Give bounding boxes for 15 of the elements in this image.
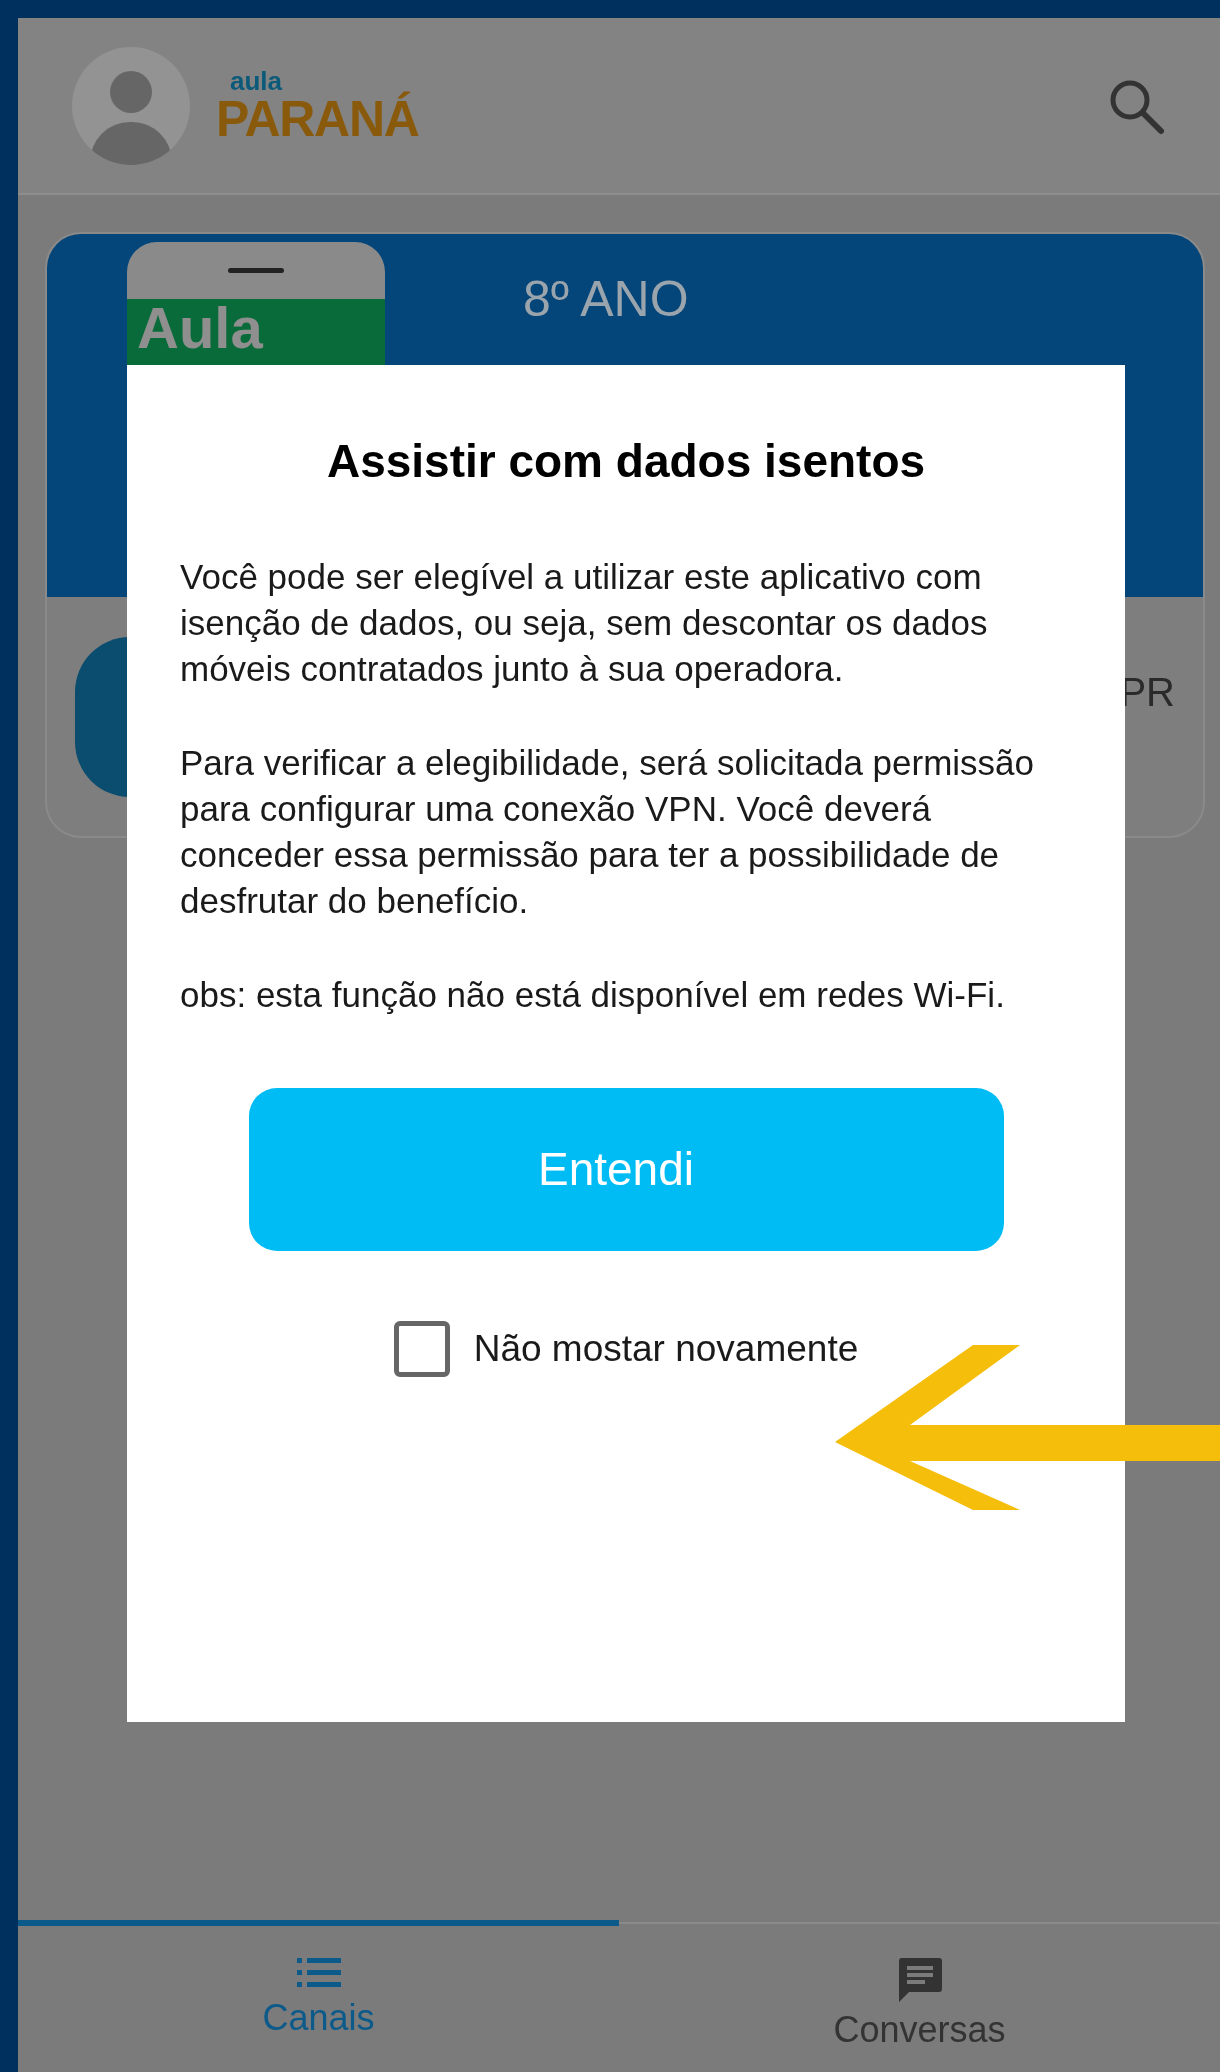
- dialog-title: Assistir com dados isentos: [325, 434, 927, 489]
- checkbox[interactable]: [393, 1321, 450, 1377]
- grade-title: 8º ANO: [523, 270, 689, 329]
- dialog-paragraph: Você pode ser elegível a utilizar este aplicativo com isenção de dados, ou seja, sem descontar os dados móveis contratados junto à sua operadora.: [180, 556, 989, 690]
- logo-small-text: aula: [230, 67, 283, 94]
- phone-screen-text: Aula: [137, 295, 263, 360]
- checkbox-label: Não mostar novamente: [473, 1327, 859, 1372]
- nav-tab[interactable]: Conversas: [619, 1920, 1220, 2072]
- confirm-button[interactable]: Entendi: [248, 1088, 1004, 1251]
- dialog-paragraph: obs: esta função não está disponível em redes Wi-Fi.: [180, 974, 1006, 1016]
- logo-text: PARANÁ: [216, 93, 419, 144]
- list-icon: [296, 1956, 341, 1990]
- nav-tab[interactable]: Canais: [18, 1920, 619, 2072]
- chat-icon: [896, 1956, 943, 2002]
- dialog-paragraph: Para verificar a elegibilidade, será solicitada permissão para configurar uma conexão VPN. Você deverá conceder essa permissão para ter a possibilidade de desfrutar do benefício.: [180, 742, 1036, 922]
